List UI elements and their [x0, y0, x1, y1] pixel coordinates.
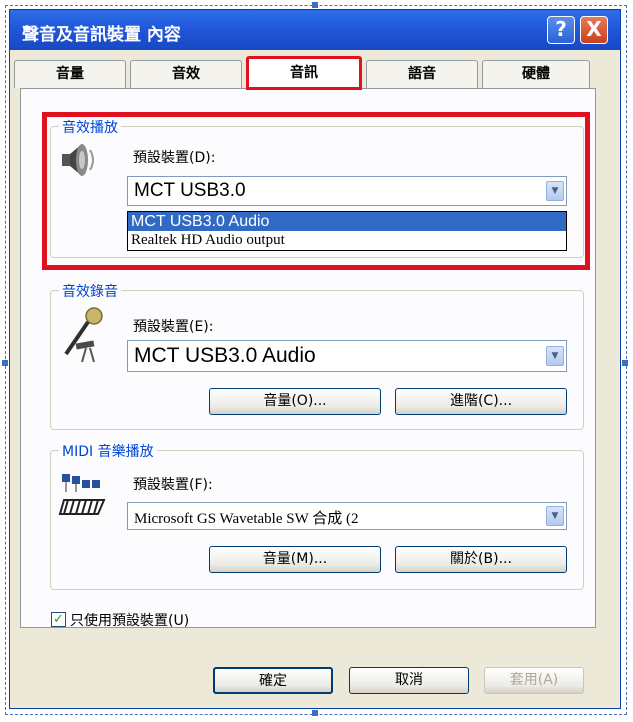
- tab-voice[interactable]: 語音: [366, 60, 478, 88]
- resize-handle-bottom[interactable]: [312, 710, 318, 716]
- dropdown-option-realtek[interactable]: Realtek HD Audio output: [128, 231, 566, 250]
- recording-volume-button[interactable]: 音量(O)...: [209, 388, 381, 415]
- midi-device-combo[interactable]: Microsoft GS Wavetable SW 合成 (2 ▼: [127, 502, 567, 530]
- playback-device-label: 預設裝置(D):: [133, 150, 216, 166]
- title-bar[interactable]: 聲音及音訊裝置 內容 ? X: [10, 10, 620, 50]
- recording-group-label: 音效錄音: [59, 281, 121, 301]
- midi-group-label: MIDI 音樂播放: [59, 441, 157, 461]
- cancel-button[interactable]: 取消: [349, 667, 469, 694]
- midi-device-value: Microsoft GS Wavetable SW 合成 (2: [134, 511, 359, 527]
- dropdown-option-mct[interactable]: MCT USB3.0 Audio: [128, 212, 566, 231]
- playback-device-combo[interactable]: MCT USB3.0 ▼: [127, 176, 567, 206]
- recording-device-value: MCT USB3.0 Audio: [134, 344, 316, 367]
- ok-button[interactable]: 確定: [213, 667, 333, 694]
- resize-handle-top[interactable]: [312, 2, 318, 8]
- resize-handle-left[interactable]: [2, 360, 8, 366]
- apply-button[interactable]: 套用(A): [484, 667, 584, 694]
- tab-volume[interactable]: 音量: [14, 60, 126, 88]
- speaker-icon: [62, 144, 94, 176]
- resize-handle-right[interactable]: [622, 360, 628, 366]
- chevron-down-icon[interactable]: ▼: [546, 506, 564, 526]
- microphone-icon: [64, 307, 103, 363]
- close-button[interactable]: X: [580, 16, 608, 44]
- tab-strip: 音量 音效 音訊 語音 硬體: [14, 56, 594, 90]
- use-default-only-label[interactable]: 只使用預設裝置(U): [70, 610, 189, 630]
- window-title: 聲音及音訊裝置 內容: [22, 25, 181, 45]
- recording-device-label: 預設裝置(E):: [133, 319, 214, 335]
- midi-about-button[interactable]: 關於(B)...: [395, 546, 567, 573]
- recording-advanced-button[interactable]: 進階(C)...: [395, 388, 567, 415]
- use-default-only-checkbox[interactable]: ✓: [51, 612, 66, 627]
- midi-device-label: 預設裝置(F):: [133, 477, 213, 493]
- help-button[interactable]: ?: [547, 16, 575, 44]
- tab-hardware[interactable]: 硬體: [482, 60, 590, 88]
- midi-keyboard-icon: [58, 474, 106, 515]
- chevron-down-icon[interactable]: ▼: [546, 181, 564, 201]
- tab-audio[interactable]: 音訊: [246, 56, 362, 90]
- playback-group-label: 音效播放: [59, 117, 121, 137]
- playback-device-value: MCT USB3.0: [134, 180, 246, 201]
- recording-device-combo[interactable]: MCT USB3.0 Audio ▼: [127, 340, 567, 372]
- chevron-down-icon[interactable]: ▼: [546, 346, 564, 366]
- midi-volume-button[interactable]: 音量(M)...: [209, 546, 381, 573]
- playback-device-dropdown: MCT USB3.0 Audio Realtek HD Audio output: [127, 211, 567, 251]
- tab-sounds[interactable]: 音效: [130, 60, 242, 88]
